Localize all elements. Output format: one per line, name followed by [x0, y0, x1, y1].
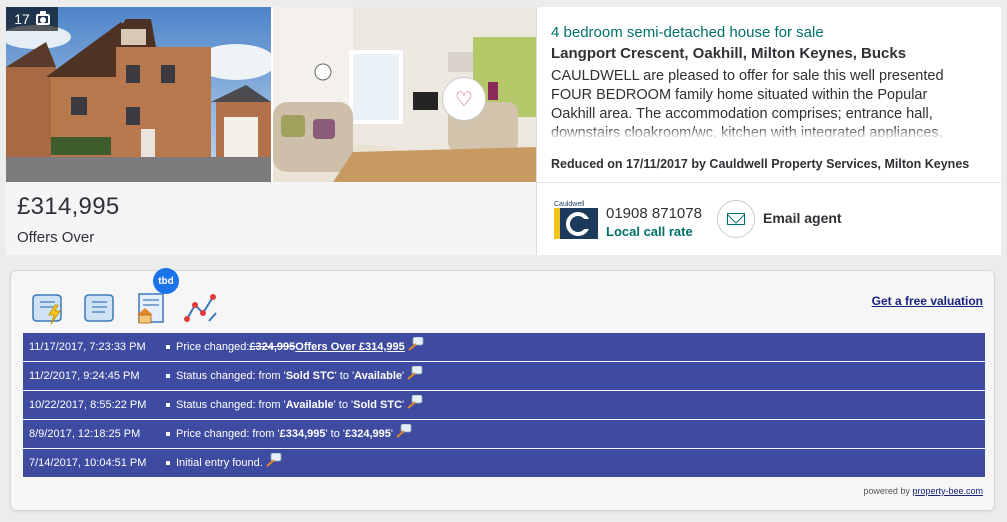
history-row: 7/14/2017, 10:04:51 PM Initial entry fou… — [23, 449, 985, 477]
agent-phone[interactable]: 01908 871078 — [606, 205, 702, 222]
history-prefix: Status changed: from ' — [176, 399, 286, 411]
history-to: Available — [354, 370, 403, 382]
history-to: £324,995 — [344, 428, 391, 440]
history-message: Initial entry found. — [166, 452, 282, 470]
email-agent-button[interactable] — [717, 200, 755, 238]
history-row: 8/9/2017, 12:18:25 PM Price changed: fro… — [23, 420, 985, 448]
main-photo[interactable]: 17 — [6, 7, 271, 182]
history-mid: ' to ' — [334, 370, 355, 382]
history-suffix: ' — [390, 428, 393, 440]
living-room-image — [273, 7, 536, 182]
pin-icon[interactable] — [266, 452, 282, 467]
listing-address: Langport Crescent, Oakhill, Milton Keyne… — [551, 45, 907, 62]
price-qualifier: Offers Over — [17, 229, 95, 246]
bullet-icon — [166, 432, 170, 436]
new-price: Offers Over £314,995 — [295, 341, 405, 353]
history-suffix: ' — [402, 370, 405, 382]
agent-logo[interactable]: Cauldwell — [554, 199, 598, 239]
listing-details[interactable]: 4 bedroom semi-detached house for sale L… — [536, 7, 1001, 182]
scroll-lightning-icon[interactable] — [31, 291, 67, 325]
save-favourite-button[interactable]: ♡ — [442, 77, 486, 121]
tbd-badge: tbd — [153, 268, 179, 294]
bullet-icon — [166, 345, 170, 349]
history-timestamp: 8/9/2017, 12:18:25 PM — [29, 428, 141, 440]
history-timestamp: 7/14/2017, 10:04:51 PM — [29, 457, 147, 469]
bullet-icon — [166, 374, 170, 378]
history-row: 11/2/2017, 9:24:45 PM Status changed: fr… — [23, 362, 985, 390]
agent-contact: Cauldwell 01908 871078 Local call rate E… — [536, 182, 1001, 255]
history-timestamp: 11/2/2017, 9:24:45 PM — [29, 370, 140, 382]
history-from: £334,995 — [279, 428, 326, 440]
listing-card: 17 £314,995 Offers Over 4 bedroom semi-d… — [6, 7, 1001, 255]
property-bee-link[interactable]: property-bee.com — [912, 486, 983, 496]
history-message: Status changed: from ' Available ' to ' Sol… — [166, 394, 423, 412]
history-rows: 11/17/2017, 7:23:33 PM Price changed: £3… — [23, 333, 985, 478]
history-message: Price changed: £324,995 Offers Over £314… — [166, 336, 424, 354]
history-timestamp: 10/22/2017, 8:55:22 PM — [29, 399, 147, 411]
history-from: Available — [285, 399, 334, 411]
bullet-icon — [166, 403, 170, 407]
agent-logo-text: Cauldwell — [554, 201, 585, 208]
free-valuation-link[interactable]: Get a free valuation — [872, 294, 983, 308]
price-chart-icon[interactable] — [183, 291, 219, 325]
history-row: 11/17/2017, 7:23:33 PM Price changed: £3… — [23, 333, 985, 361]
pin-icon[interactable] — [407, 394, 423, 409]
history-message: Price changed: from ' £334,995 ' to ' £324,… — [166, 423, 412, 441]
listing-title[interactable]: 4 bedroom semi-detached house for sale — [551, 24, 824, 41]
bullet-icon — [166, 461, 170, 465]
house-exterior-image — [6, 7, 271, 182]
photo-count: 17 — [14, 11, 30, 27]
photo-count-badge[interactable]: 17 — [6, 7, 58, 31]
history-prefix: Price changed: from ' — [176, 428, 280, 440]
history-prefix: Initial entry found. — [176, 457, 263, 469]
history-message: Status changed: from ' Sold STC ' to ' Avai… — [166, 365, 423, 383]
powered-by: powered by property-bee.com — [863, 486, 983, 496]
listing-summary: CAULDWELL are pleased to offer for sale … — [551, 67, 961, 139]
pin-icon[interactable] — [407, 365, 423, 380]
price: £314,995 — [17, 193, 120, 220]
price-block: £314,995 Offers Over — [6, 182, 536, 255]
call-rate-label: Local call rate — [606, 224, 693, 239]
heart-icon: ♡ — [455, 88, 473, 111]
house-report-icon[interactable] — [133, 291, 169, 325]
history-suffix: ' — [402, 399, 405, 411]
history-prefix: Price changed: — [176, 341, 250, 353]
reduced-note: Reduced on 17/11/2017 by Cauldwell Prope… — [551, 157, 970, 171]
second-photo[interactable] — [273, 7, 536, 182]
history-timestamp: 11/17/2017, 7:23:33 PM — [29, 341, 146, 353]
scroll-icon[interactable] — [81, 291, 117, 325]
history-prefix: Status changed: from ' — [176, 370, 286, 382]
history-mid: ' to ' — [325, 428, 345, 440]
history-mid: ' to ' — [333, 399, 354, 411]
history-from: Sold STC — [285, 370, 335, 382]
history-to: Sold STC — [353, 399, 403, 411]
powered-by-label: powered by — [863, 486, 910, 496]
pin-icon[interactable] — [408, 336, 424, 351]
camera-icon — [35, 10, 50, 25]
pin-icon[interactable] — [396, 423, 412, 438]
envelope-icon — [727, 213, 745, 225]
old-price: £324,995 — [249, 341, 296, 353]
history-row: 10/22/2017, 8:55:22 PM Status changed: f… — [23, 391, 985, 419]
property-history-panel: tbd Get a free valuation 11/17/2017, 7:2… — [10, 268, 995, 511]
email-agent-label[interactable]: Email agent — [763, 210, 842, 226]
